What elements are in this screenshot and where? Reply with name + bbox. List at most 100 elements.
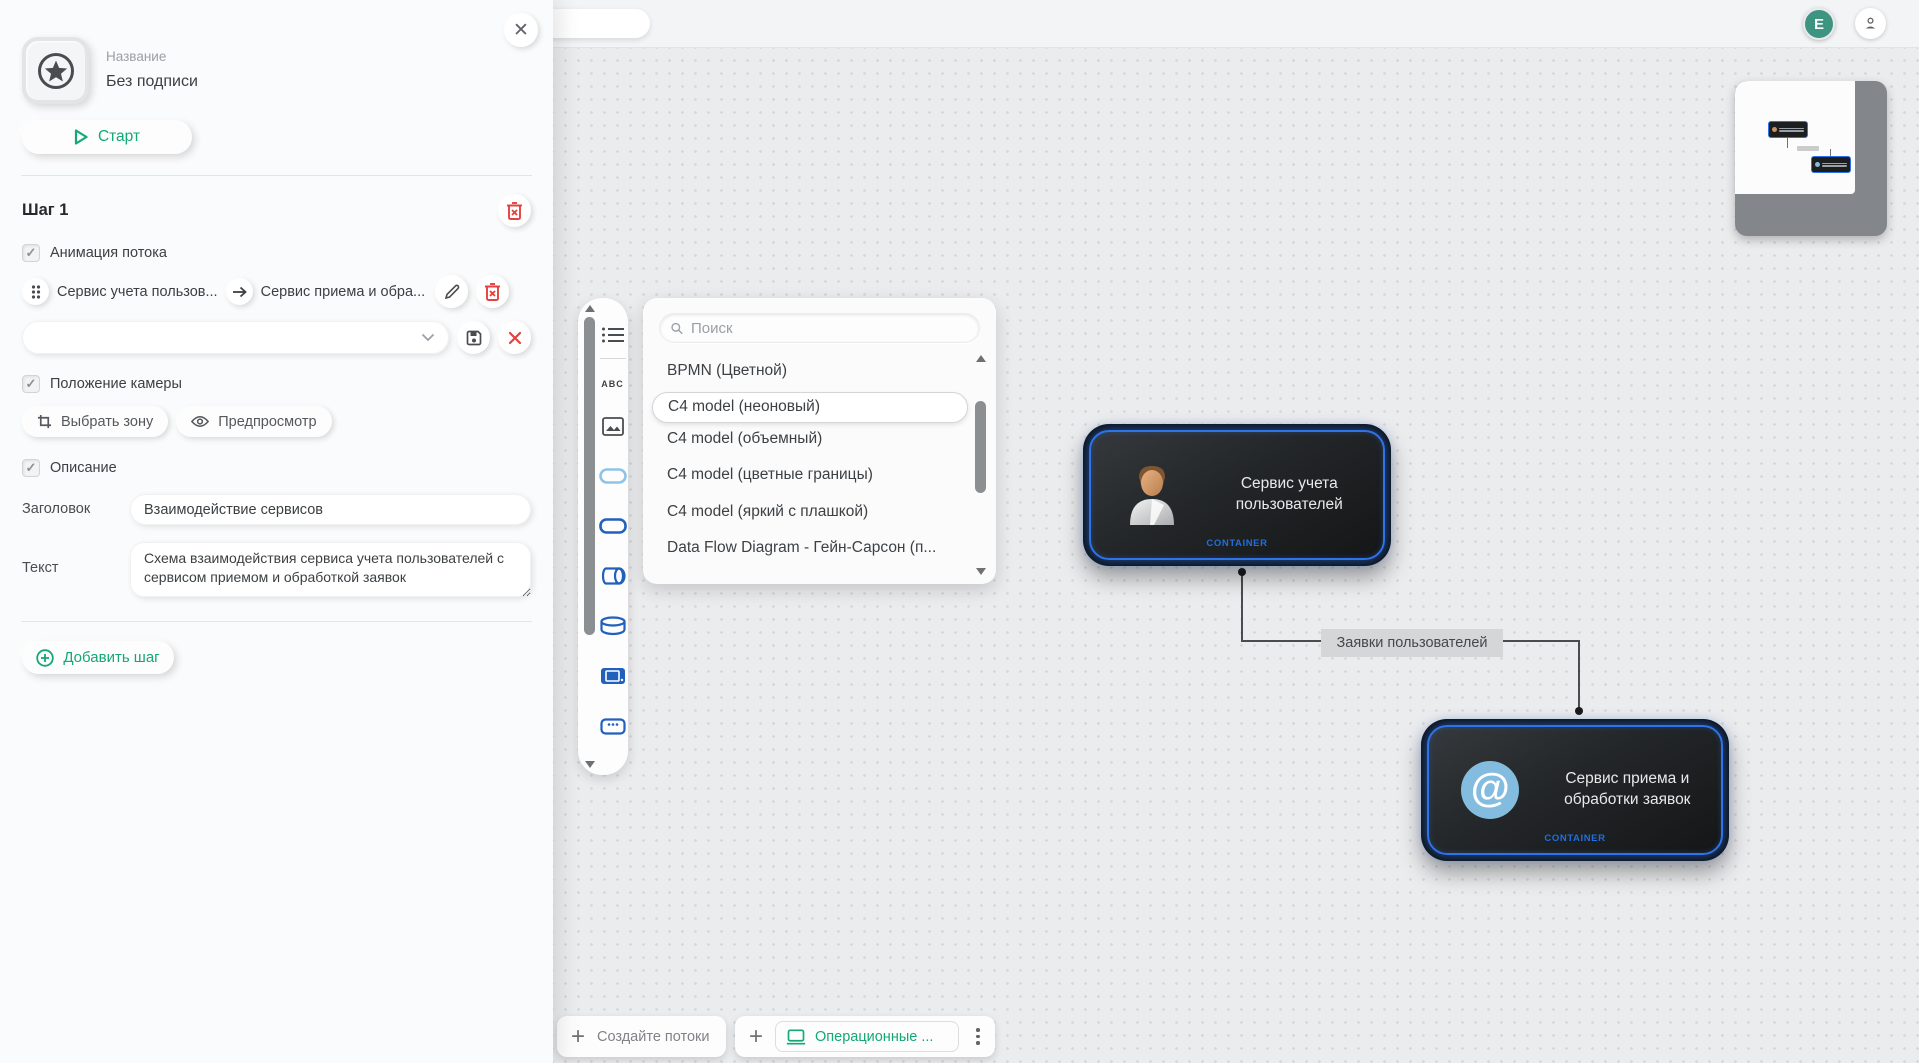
- heading-field-row: Заголовок: [22, 494, 531, 525]
- scroll-up-icon[interactable]: [585, 305, 595, 312]
- add-step-label: Добавить шаг: [63, 649, 160, 666]
- tab-operational[interactable]: Операционные ...: [775, 1021, 959, 1052]
- diagram-canvas[interactable]: E Заявки пользователей Сервис учета поль…: [535, 0, 1919, 1063]
- database-tool[interactable]: [597, 601, 628, 651]
- drag-handle[interactable]: [22, 278, 49, 305]
- style-option-bpmn[interactable]: BPMN (Цветной): [643, 353, 970, 390]
- save-flow-button[interactable]: [457, 321, 490, 354]
- plus-circle-icon: [36, 648, 55, 667]
- scroll-up-icon[interactable]: [976, 355, 986, 362]
- style-option-c4-volume[interactable]: C4 model (объемный): [643, 421, 970, 458]
- styles-dropdown-panel: BPMN (Цветной) C4 model (неоновый) C4 mo…: [643, 298, 996, 584]
- arrow-right-icon: [232, 286, 247, 297]
- canvas-topbar: E: [535, 0, 1919, 48]
- add-tab-button[interactable]: +: [749, 1024, 763, 1049]
- user-avatar[interactable]: E: [1803, 8, 1835, 40]
- minimap-edge: [1787, 138, 1788, 148]
- crop-icon: [37, 414, 52, 429]
- monitor-icon: [786, 1028, 806, 1044]
- rounded-rect-light-tool[interactable]: [597, 451, 628, 501]
- preview-label: Предпросмотр: [218, 413, 317, 430]
- star-circle-icon: [37, 52, 74, 89]
- rounded-rect-icon: [598, 518, 627, 534]
- trash-x-icon: [507, 201, 522, 220]
- divider: [21, 621, 532, 622]
- save-icon: [466, 330, 481, 345]
- abc-icon: ABC: [601, 379, 624, 389]
- style-search-input[interactable]: [690, 319, 969, 337]
- scenario-icon-tile[interactable]: [22, 37, 89, 104]
- style-option-c4-colored-borders[interactable]: C4 model (цветные границы): [643, 457, 970, 494]
- close-button[interactable]: ✕: [504, 13, 538, 47]
- style-option-dfd-gane-sarson[interactable]: Data Flow Diagram - Гейн-Сарсон (п...: [643, 530, 970, 567]
- create-flows-button[interactable]: + Создайте потоки: [557, 1016, 726, 1057]
- device-screen-tool[interactable]: [597, 651, 628, 701]
- step-title: Шаг 1: [22, 201, 69, 219]
- minimap-node-lines: [1779, 127, 1804, 133]
- style-option-c4-bright-plaque[interactable]: C4 model (яркий с плашкой): [643, 494, 970, 531]
- scenario-header: Название Без подписи: [22, 0, 531, 104]
- diagram-tabs: + Операционные ...: [735, 1016, 995, 1057]
- plaque-tool[interactable]: [597, 701, 628, 751]
- palette-scrollbar[interactable]: [583, 302, 597, 771]
- shape-palette: ABC: [578, 298, 628, 775]
- style-option-c4-neon[interactable]: C4 model (неоновый): [652, 391, 968, 423]
- delete-flow-button[interactable]: [476, 275, 510, 308]
- scrollbar-thumb[interactable]: [584, 317, 595, 635]
- camera-checkbox[interactable]: ✓: [22, 375, 40, 393]
- node-body: @ Сервис приема и обработки заявок CONTA…: [1427, 725, 1723, 855]
- trash-x-icon: [485, 282, 501, 301]
- heading-input[interactable]: [130, 494, 531, 525]
- minimap-edge-label: [1797, 146, 1819, 151]
- node-title: Сервис учета пользователей: [1235, 475, 1343, 513]
- text-tool[interactable]: ABC: [597, 367, 628, 401]
- node-badge: CONTAINER: [1544, 833, 1606, 844]
- database-icon: [599, 616, 626, 636]
- node-badge: CONTAINER: [1206, 538, 1268, 549]
- minimap-node: [1811, 156, 1851, 173]
- horizontal-cylinder-icon: [601, 567, 626, 585]
- layers-list-tool[interactable]: [597, 318, 628, 352]
- start-button[interactable]: Старт: [22, 120, 192, 154]
- flow-animation-label: Анимация потока: [50, 245, 167, 261]
- flow-select[interactable]: [22, 321, 449, 354]
- select-zone-label: Выбрать зону: [61, 413, 154, 430]
- scenario-name-block: Название Без подписи: [106, 37, 198, 91]
- account-button[interactable]: [1855, 8, 1886, 39]
- scroll-down-icon[interactable]: [585, 761, 595, 768]
- image-tool[interactable]: [597, 401, 628, 451]
- red-x-icon: [508, 331, 521, 344]
- cancel-flow-button[interactable]: [498, 321, 531, 354]
- edit-flow-button[interactable]: [435, 275, 469, 308]
- delete-step-button[interactable]: [498, 194, 531, 227]
- palette-divider: [599, 358, 626, 359]
- flow-animation-checkbox[interactable]: ✓: [22, 244, 40, 262]
- rounded-rect-tool[interactable]: [597, 501, 628, 551]
- text-input[interactable]: Схема взаимодействия сервиса учета польз…: [130, 542, 531, 597]
- text-label: Текст: [22, 560, 59, 576]
- minimap-edge: [1830, 149, 1831, 156]
- flow-source: Сервис учета пользов...: [57, 283, 218, 300]
- style-search[interactable]: [659, 313, 980, 343]
- preview-button[interactable]: Предпросмотр: [176, 406, 332, 437]
- flow-row: Сервис учета пользов... Сервис приема и …: [22, 275, 531, 308]
- node-body: Сервис учета пользователей CONTAINER: [1089, 430, 1385, 560]
- edge-label[interactable]: Заявки пользователей: [1321, 629, 1503, 657]
- minimap-person-dot: [1772, 127, 1777, 132]
- scenario-name[interactable]: Без подписи: [106, 73, 198, 91]
- minimap[interactable]: [1735, 81, 1887, 236]
- search-icon: [671, 322, 683, 334]
- node-request-processing-service[interactable]: @ Сервис приема и обработки заявок CONTA…: [1421, 719, 1729, 861]
- scrollbar-thumb[interactable]: [975, 401, 986, 493]
- node-user-accounting-service[interactable]: Сервис учета пользователей CONTAINER: [1083, 424, 1391, 566]
- scroll-down-icon[interactable]: [976, 567, 986, 575]
- tab-menu-button[interactable]: [971, 1028, 985, 1045]
- select-zone-button[interactable]: Выбрать зону: [22, 406, 169, 437]
- description-checkbox[interactable]: ✓: [22, 459, 40, 477]
- person-icon: [1865, 17, 1876, 29]
- add-step-button[interactable]: Добавить шаг: [22, 641, 174, 674]
- description-label: Описание: [50, 460, 117, 476]
- horizontal-cylinder-tool[interactable]: [597, 551, 628, 601]
- device-screen-icon: [600, 668, 625, 684]
- style-list-scrollbar[interactable]: [973, 355, 988, 575]
